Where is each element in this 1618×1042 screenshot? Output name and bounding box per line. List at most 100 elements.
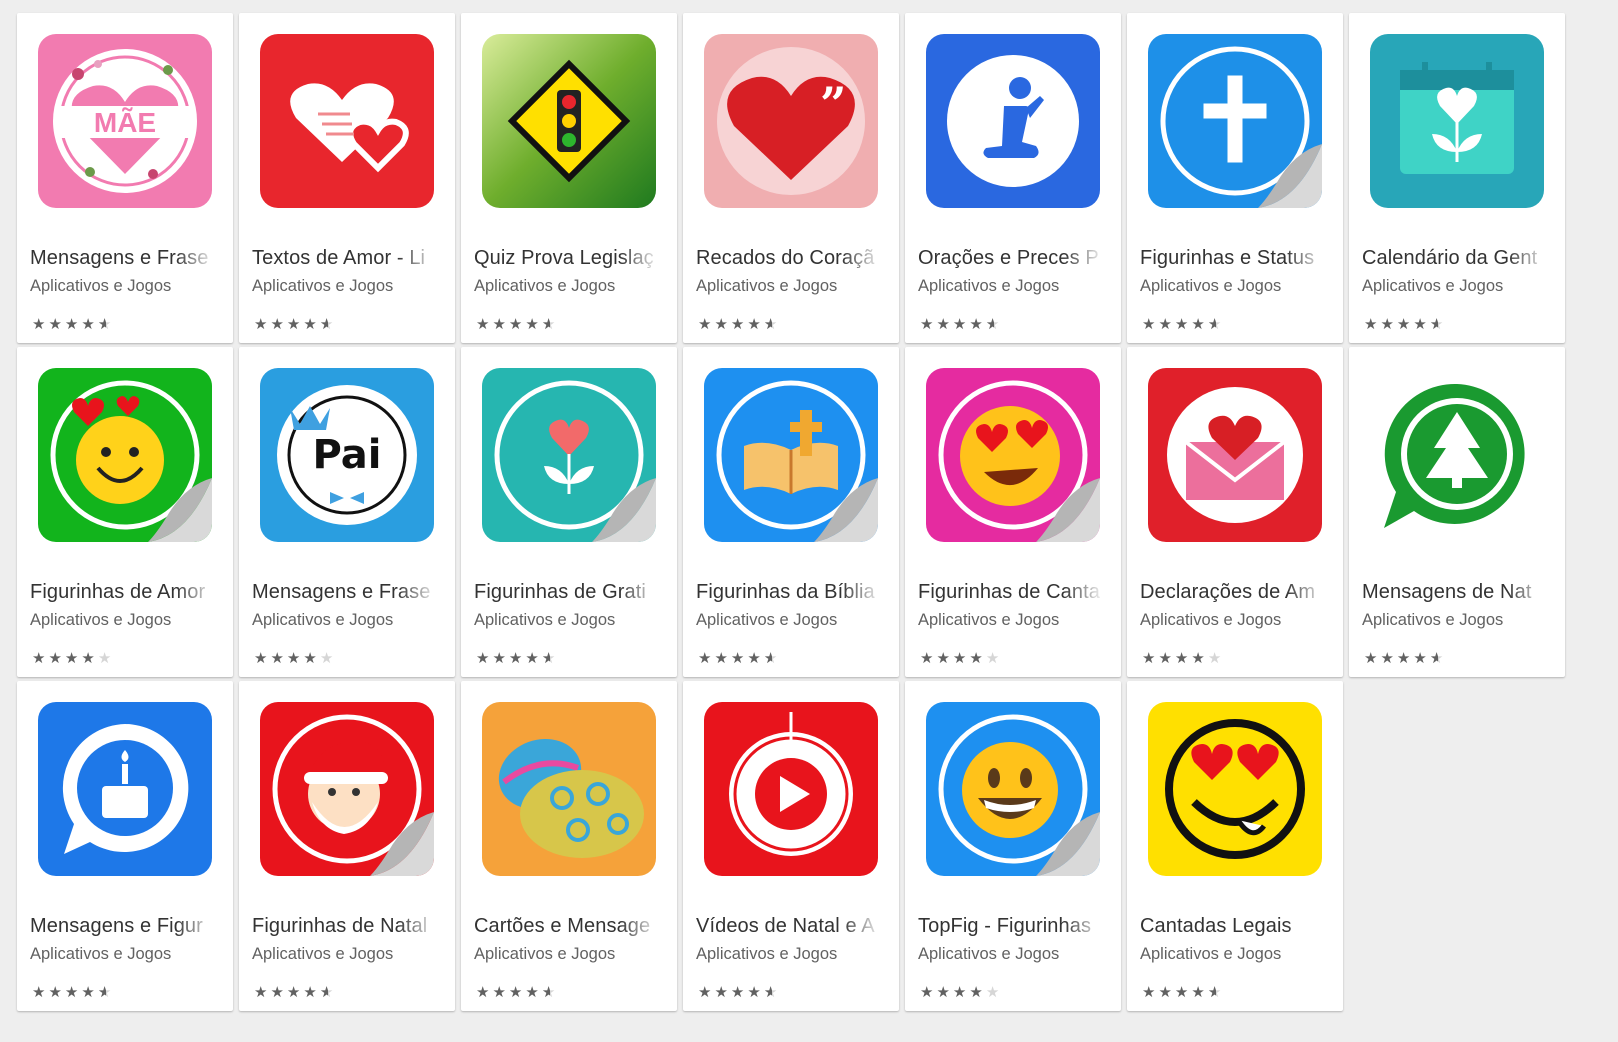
app-title[interactable]: Cartões e Mensage: [474, 915, 660, 938]
star-icon: ★: [81, 649, 98, 667]
heart-quote-icon[interactable]: ”: [704, 34, 878, 208]
app-developer[interactable]: Aplicativos e Jogos: [474, 945, 664, 964]
app-card[interactable]: Mensagens de Nat Aplicativos e Jogos ★★★★★: [1349, 347, 1565, 677]
app-developer[interactable]: Aplicativos e Jogos: [474, 277, 664, 296]
app-developer[interactable]: Aplicativos e Jogos: [252, 277, 442, 296]
star-icon: ★: [525, 983, 542, 1001]
star-rating: ★★★★★: [32, 649, 114, 667]
app-title[interactable]: Orações e Preces P: [918, 247, 1104, 270]
app-title[interactable]: TopFig - Figurinhas: [918, 915, 1104, 938]
app-title[interactable]: Figurinhas de Canta: [918, 581, 1104, 604]
app-card[interactable]: Figurinhas e Status Aplicativos e Jogos ★★…: [1127, 13, 1343, 343]
app-developer[interactable]: Aplicativos e Jogos: [696, 945, 886, 964]
text-fade: [1068, 945, 1108, 964]
star-icon: ★: [542, 315, 558, 333]
text-fade: [1286, 915, 1326, 938]
app-title[interactable]: Figurinhas de Grati: [474, 581, 660, 604]
birthday-cake-chat-icon[interactable]: [38, 702, 212, 876]
app-developer[interactable]: Aplicativos e Jogos: [918, 611, 1108, 630]
star-icon: ★: [286, 315, 304, 333]
play-ornament-icon[interactable]: [704, 702, 878, 876]
star-rating: ★★★★★: [1364, 315, 1446, 333]
star-icon: ★: [254, 315, 271, 333]
app-card[interactable]: Pai Mensagens e Frase Aplicativos e Jogos ★…: [239, 347, 455, 677]
app-developer[interactable]: Aplicativos e Jogos: [918, 945, 1108, 964]
app-title[interactable]: Cantadas Legais: [1140, 915, 1326, 938]
app-card[interactable]: Vídeos de Natal e A Aplicativos e Jogos ★★…: [683, 681, 899, 1011]
app-title[interactable]: Vídeos de Natal e A: [696, 915, 882, 938]
love-envelope-icon[interactable]: [1148, 368, 1322, 542]
app-title[interactable]: Recados do Coraçã: [696, 247, 882, 270]
traffic-sign-icon[interactable]: [482, 34, 656, 208]
heart-eyes-face-icon[interactable]: [1148, 702, 1322, 876]
app-developer[interactable]: Aplicativos e Jogos: [474, 611, 664, 630]
app-developer[interactable]: Aplicativos e Jogos: [252, 945, 442, 964]
app-developer[interactable]: Aplicativos e Jogos: [30, 277, 220, 296]
grinning-emoji-sticker-icon[interactable]: [926, 702, 1100, 876]
app-developer[interactable]: Aplicativos e Jogos: [30, 945, 220, 964]
heart-eyes-sticker-icon[interactable]: [926, 368, 1100, 542]
star-icon: ★: [64, 983, 82, 1001]
praying-person-icon[interactable]: [926, 34, 1100, 208]
app-developer[interactable]: Aplicativos e Jogos: [696, 277, 886, 296]
app-developer[interactable]: Aplicativos e Jogos: [918, 277, 1108, 296]
app-card[interactable]: Figurinhas da Bíblia Aplicativos e Jogos ★…: [683, 347, 899, 677]
santa-sticker-icon[interactable]: [260, 702, 434, 876]
app-developer[interactable]: Aplicativos e Jogos: [1140, 945, 1330, 964]
star-rating: ★★★★★: [698, 315, 780, 333]
app-card[interactable]: Textos de Amor - Li Aplicativos e Jogos ★ ★…: [239, 13, 455, 343]
cross-sticker-icon[interactable]: [1148, 34, 1322, 208]
app-title[interactable]: Figurinhas e Status: [1140, 247, 1326, 270]
text-fade: [1290, 277, 1330, 296]
star-icon: ★: [985, 983, 1003, 1001]
christmas-tree-chat-icon[interactable]: [1370, 368, 1544, 542]
app-title[interactable]: Figurinhas de Amor: [30, 581, 216, 604]
app-developer[interactable]: Aplicativos e Jogos: [30, 611, 220, 630]
star-icon: ★: [1191, 315, 1208, 333]
app-title[interactable]: Mensagens e Frase: [30, 247, 216, 270]
app-card[interactable]: Figurinhas de Amor Aplicativos e Jogos ★★★…: [17, 347, 233, 677]
app-card[interactable]: Orações e Preces P Aplicativos e Jogos ★★★…: [905, 13, 1121, 343]
gratitude-flower-sticker-icon[interactable]: [482, 368, 656, 542]
app-title[interactable]: Quiz Prova Legislaç: [474, 247, 660, 270]
app-title[interactable]: Figurinhas de Natal: [252, 915, 438, 938]
app-card[interactable]: Cantadas Legais Aplicativos e Jogos ★★★★★: [1127, 681, 1343, 1011]
app-card[interactable]: Cartões e Mensage Aplicativos e Jogos ★★★★…: [461, 681, 677, 1011]
calendar-flower-icon[interactable]: [1370, 34, 1544, 208]
app-card[interactable]: Mensagens e Figur Aplicativos e Jogos ★★★★…: [17, 681, 233, 1011]
app-card[interactable]: Figurinhas de Canta Aplicativos e Jogos ★★…: [905, 347, 1121, 677]
app-card[interactable]: Figurinhas de Natal Aplicativos e Jogos ★★…: [239, 681, 455, 1011]
app-developer[interactable]: Aplicativos e Jogos: [252, 611, 442, 630]
pai-crown-icon[interactable]: Pai: [260, 368, 434, 542]
star-icon: ★: [1380, 315, 1397, 333]
bible-sticker-icon[interactable]: [704, 368, 878, 542]
app-title[interactable]: Textos de Amor - Li: [252, 247, 438, 270]
app-card[interactable]: Calendário da Gent Aplicativos e Jogos ★★★…: [1349, 13, 1565, 343]
mae-heart-icon[interactable]: MÃE: [38, 34, 212, 208]
app-developer[interactable]: Aplicativos e Jogos: [1140, 611, 1330, 630]
smiley-hearts-sticker-icon[interactable]: [38, 368, 212, 542]
app-title[interactable]: Mensagens de Nat: [1362, 581, 1548, 604]
text-fade: [398, 915, 438, 938]
app-developer[interactable]: Aplicativos e Jogos: [696, 611, 886, 630]
app-card[interactable]: Figurinhas de Grati Aplicativos e Jogos ★★…: [461, 347, 677, 677]
app-card[interactable]: Declarações de Am Aplicativos e Jogos ★★★★…: [1127, 347, 1343, 677]
app-card[interactable]: Quiz Prova Legislaç Aplicativos e Jogos ★★…: [461, 13, 677, 343]
app-title[interactable]: Mensagens e Frase: [252, 581, 438, 604]
app-developer[interactable]: Aplicativos e Jogos: [1362, 611, 1552, 630]
app-card[interactable]: TopFig - Figurinhas Aplicativos e Jogos ★★…: [905, 681, 1121, 1011]
app-developer[interactable]: Aplicativos e Jogos: [1362, 277, 1552, 296]
app-title[interactable]: Figurinhas da Bíblia: [696, 581, 882, 604]
app-card[interactable]: ” Recados do Coraçã Aplicativos e Jogos ★★★…: [683, 13, 899, 343]
app-title[interactable]: Mensagens e Figur: [30, 915, 216, 938]
star-icon: ★: [764, 315, 780, 333]
love-hearts-icon[interactable]: [260, 34, 434, 208]
app-title[interactable]: Declarações de Am: [1140, 581, 1326, 604]
app-developer[interactable]: Aplicativos e Jogos: [1140, 277, 1330, 296]
star-rating: ★★★★★: [254, 649, 336, 667]
app-card[interactable]: MÃE Mensagens e Frase Aplicativos e Jogos ★…: [17, 13, 233, 343]
svg-text:Pai: Pai: [313, 432, 382, 478]
easter-eggs-icon[interactable]: [482, 702, 656, 876]
app-title[interactable]: Calendário da Gent: [1362, 247, 1548, 270]
star-icon: ★: [492, 649, 509, 667]
